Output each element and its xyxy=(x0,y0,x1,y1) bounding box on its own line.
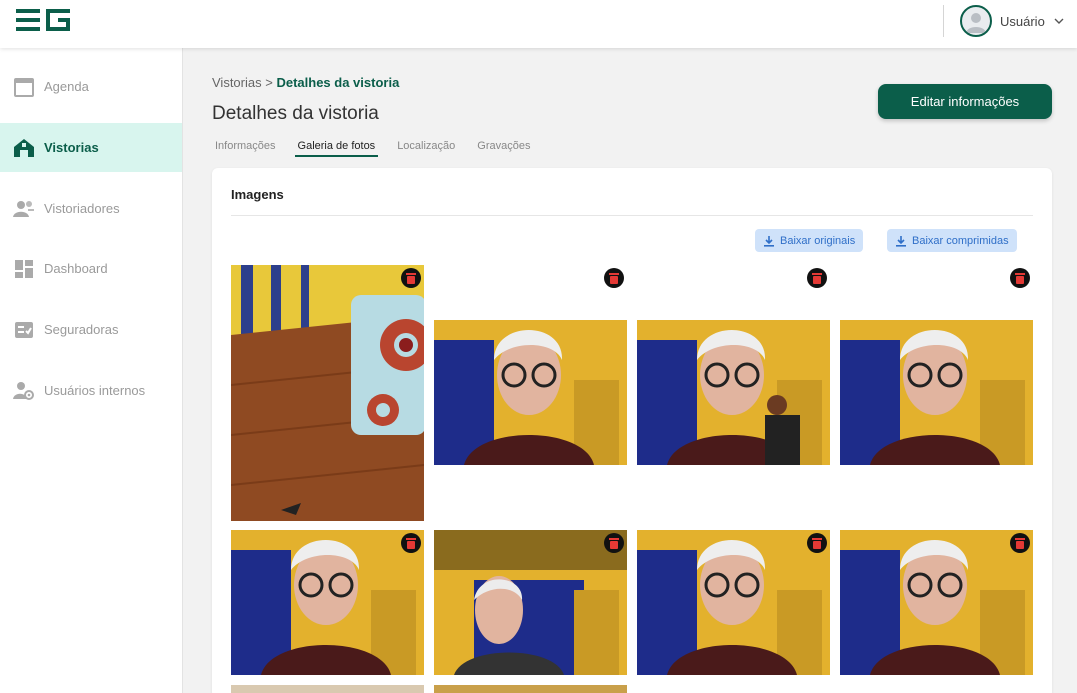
trash-icon xyxy=(609,273,619,284)
card-divider xyxy=(231,215,1033,216)
download-compressed-label: Baixar comprimidas xyxy=(912,234,1009,247)
photo-selfie xyxy=(840,320,1033,465)
tab-galeria[interactable]: Galeria de fotos xyxy=(294,140,379,157)
delete-photo-button[interactable] xyxy=(807,268,827,288)
photo-selfie xyxy=(231,530,424,675)
checklist-icon xyxy=(13,319,35,341)
page-title: Detalhes da vistoria xyxy=(212,103,379,124)
sidebar-item-label: Vistoriadores xyxy=(44,201,120,216)
tab-localizacao[interactable]: Localização xyxy=(394,140,458,157)
breadcrumb: Vistorias > Detalhes da vistoria xyxy=(212,75,399,90)
gallery-photo[interactable] xyxy=(434,530,627,675)
sidebar-item-agenda[interactable]: Agenda xyxy=(0,62,182,111)
user-silhouette-icon xyxy=(966,13,986,33)
delete-photo-button[interactable] xyxy=(401,268,421,288)
sidebar-item-vistorias[interactable]: Vistorias xyxy=(0,123,182,172)
trash-icon xyxy=(406,538,416,549)
sidebar-item-usuarios-internos[interactable]: Usuários internos xyxy=(0,366,182,415)
top-bar: Usuário xyxy=(0,0,1077,48)
trash-icon xyxy=(812,538,822,549)
user-gear-icon xyxy=(13,380,35,402)
gallery-photo[interactable] xyxy=(231,265,424,521)
calendar-icon xyxy=(13,76,35,98)
photo-selfie xyxy=(840,530,1033,675)
trash-icon xyxy=(1015,273,1025,284)
sidebar-item-label: Seguradoras xyxy=(44,322,119,337)
delete-photo-button[interactable] xyxy=(604,533,624,553)
user-menu[interactable]: Usuário xyxy=(960,5,1065,37)
chevron-down-icon xyxy=(1054,18,1064,24)
topbar-divider xyxy=(943,5,944,37)
dashboard-icon xyxy=(13,258,35,280)
sidebar-item-label: Dashboard xyxy=(44,261,108,276)
photo-mug xyxy=(231,265,424,521)
sidebar-item-dashboard[interactable]: Dashboard xyxy=(0,244,182,293)
delete-photo-button[interactable] xyxy=(401,533,421,553)
gallery-card: Imagens Baixar originais Baixar comprimi… xyxy=(212,168,1052,693)
sidebar: Agenda Vistorias Vistoriadores Dashboard… xyxy=(0,48,183,693)
trash-icon xyxy=(812,273,822,284)
people-icon xyxy=(13,198,35,220)
avatar xyxy=(960,5,992,37)
photo-selfie-profile xyxy=(434,530,627,675)
gallery-title: Imagens xyxy=(231,187,284,202)
breadcrumb-separator: > xyxy=(265,75,273,90)
sidebar-item-seguradoras[interactable]: Seguradoras xyxy=(0,305,182,354)
sidebar-item-label: Usuários internos xyxy=(44,383,146,398)
delete-photo-button[interactable] xyxy=(604,268,624,288)
trash-icon xyxy=(609,538,619,549)
download-icon xyxy=(896,235,906,247)
photo-selfie xyxy=(434,320,627,465)
download-compressed-button[interactable]: Baixar comprimidas xyxy=(887,229,1017,252)
delete-photo-button[interactable] xyxy=(807,533,827,553)
download-icon xyxy=(764,235,774,247)
gallery-photo[interactable] xyxy=(840,265,1033,465)
gallery-photo[interactable] xyxy=(231,530,424,675)
photo-selfie xyxy=(637,530,830,675)
gallery-photo[interactable] xyxy=(840,530,1033,675)
trash-icon xyxy=(1015,538,1025,549)
edit-info-button[interactable]: Editar informações xyxy=(878,84,1052,119)
sidebar-item-vistoriadores[interactable]: Vistoriadores xyxy=(0,184,182,233)
gallery-photo[interactable] xyxy=(637,530,830,675)
sidebar-item-label: Agenda xyxy=(44,79,89,94)
trash-icon xyxy=(406,273,416,284)
app-logo[interactable] xyxy=(16,9,70,31)
gallery-photo[interactable] xyxy=(434,265,627,465)
delete-photo-button[interactable] xyxy=(1010,268,1030,288)
tabs: Informações Galeria de fotos Localização… xyxy=(212,140,549,158)
tab-informacoes[interactable]: Informações xyxy=(212,140,279,157)
photo-selfie xyxy=(637,320,830,465)
gallery-photo[interactable] xyxy=(231,685,424,693)
sidebar-item-label: Vistorias xyxy=(44,140,99,155)
download-originals-button[interactable]: Baixar originais xyxy=(755,229,864,252)
delete-photo-button[interactable] xyxy=(1010,533,1030,553)
user-name: Usuário xyxy=(1000,13,1045,29)
download-originals-label: Baixar originais xyxy=(780,234,856,247)
gallery-photo[interactable] xyxy=(434,685,627,693)
tab-gravacoes[interactable]: Gravações xyxy=(474,140,533,157)
breadcrumb-root[interactable]: Vistorias xyxy=(212,75,262,90)
house-icon xyxy=(13,137,35,159)
breadcrumb-current: Detalhes da vistoria xyxy=(276,75,400,90)
gallery-photo[interactable] xyxy=(637,265,830,465)
